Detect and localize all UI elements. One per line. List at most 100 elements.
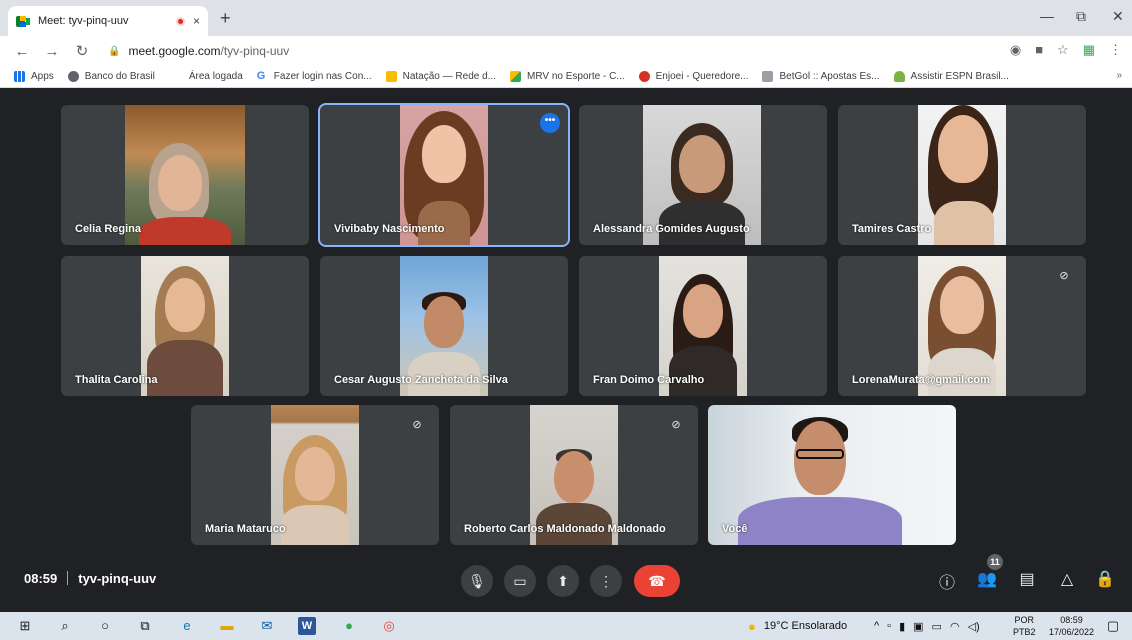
participant-tile[interactable]: Fran Doimo Carvalho — [579, 256, 827, 396]
tab-title: Meet: tyv-pinq-uuv — [38, 15, 129, 27]
wifi-icon[interactable]: ◠ — [950, 620, 960, 633]
betgol-icon — [762, 71, 774, 82]
clock-date: 17/06/2022 — [1048, 627, 1094, 637]
keyboard-layout: PTB2 — [1013, 627, 1036, 637]
bookmark-banco-do-brasil[interactable]: Banco do Brasil — [67, 71, 155, 82]
edge-icon[interactable]: e — [178, 617, 196, 635]
weather-widget[interactable]: ● 19°C Ensolarado — [748, 612, 847, 640]
bookmark-betgol[interactable]: BetGol :: Apostas Es... — [762, 71, 880, 82]
tray-app-icon[interactable]: ▣ — [913, 620, 923, 633]
extension-icon[interactable]: ▦ — [1083, 42, 1095, 58]
bookmark-enjoei[interactable]: Enjoei - Queredore... — [638, 71, 749, 82]
present-screen-button[interactable]: ⬆ — [547, 565, 579, 597]
microphone-button[interactable]: 🎙 — [461, 565, 493, 597]
chrome-icon[interactable]: ◎ — [380, 617, 398, 635]
activities-icon[interactable]: △ — [1056, 569, 1078, 589]
volume-icon[interactable]: ◁) — [968, 620, 980, 633]
reload-icon[interactable]: ↻ — [74, 42, 90, 60]
recording-indicator-icon — [175, 16, 185, 26]
participant-count-badge: 11 — [987, 554, 1003, 570]
windows-start-icon[interactable]: ⊞ — [16, 617, 34, 635]
mic-off-icon: ⊘ — [407, 415, 427, 435]
bookmark-fazer-login[interactable]: G Fazer login nas Con... — [257, 71, 372, 83]
new-tab-button[interactable]: + — [220, 8, 231, 29]
meeting-time: 08:59 — [24, 571, 58, 586]
participant-tile[interactable]: ⊘ LorenaMurata@gmail.com — [838, 256, 1086, 396]
bookmark-label: Apps — [31, 71, 54, 82]
close-window-button[interactable]: ✕ — [1112, 8, 1124, 25]
chat-icon[interactable]: ▤ — [1016, 569, 1038, 589]
bookmark-espn[interactable]: Assistir ESPN Brasil... — [893, 71, 1009, 82]
minimize-button[interactable]: — — [1040, 8, 1054, 24]
cortana-icon[interactable]: ○ — [96, 617, 114, 635]
clock-time: 08:59 — [1060, 615, 1083, 625]
bookmarks-overflow-icon[interactable]: » — [1116, 70, 1122, 81]
bookmark-star-icon[interactable]: ☆ — [1057, 42, 1069, 58]
meeting-info: 08:59 tyv-pinq-uuv — [24, 571, 156, 586]
camera-permission-icon[interactable]: ◉ — [1010, 42, 1021, 58]
bookmark-label: Enjoei - Queredore... — [655, 71, 749, 82]
chevron-up-icon[interactable]: ^ — [874, 620, 879, 632]
more-options-menu-button[interactable]: ⋮ — [590, 565, 622, 597]
participant-tile-active[interactable]: ••• Vivibaby Nascimento — [318, 103, 570, 247]
language-indicator[interactable]: POR PTB2 — [1013, 614, 1036, 638]
participant-tile[interactable]: ⊘ Roberto Carlos Maldonado Maldonado — [450, 405, 698, 545]
participant-tile[interactable]: Alessandra Gomides Augusto — [579, 105, 827, 245]
meeting-details-icon[interactable]: ⓘ — [936, 569, 958, 593]
system-tray[interactable]: ^ ▫ ▮ ▣ ▭ ◠ ◁) — [874, 612, 980, 640]
participant-tile[interactable]: Celia Regina — [61, 105, 309, 245]
sun-icon: ● — [748, 618, 756, 634]
video-permission-icon[interactable]: ■ — [1035, 42, 1043, 58]
participant-name: LorenaMurata@gmail.com — [852, 374, 990, 386]
mic-off-icon: ⊘ — [666, 415, 686, 435]
address-bar: ← → ↻ 🔒 meet.google.com/tyv-pinq-uuv ◉ ■… — [0, 36, 1132, 66]
mail-icon[interactable]: ✉ — [258, 617, 276, 635]
search-icon[interactable]: ⌕ — [56, 617, 74, 635]
windows-taskbar: ⊞ ⌕ ○ ⧉ e ▬ ✉ W ● ◎ ● 19°C Ensolarado ^ … — [0, 612, 1132, 640]
system-clock[interactable]: 08:59 17/06/2022 — [1049, 614, 1094, 638]
participant-name: Celia Regina — [75, 223, 142, 235]
participant-name: Thalita Carolina — [75, 374, 158, 386]
battery-icon[interactable]: ▭ — [932, 620, 942, 633]
menu-kebab-icon[interactable]: ⋮ — [1109, 42, 1122, 58]
participant-name: Vivibaby Nascimento — [334, 223, 445, 235]
participant-tile[interactable]: Cesar Augusto Zancheta da Silva — [320, 256, 568, 396]
back-icon[interactable]: ← — [14, 43, 30, 60]
more-options-button[interactable]: ••• — [540, 113, 560, 133]
bookmark-label: Área logada — [188, 71, 243, 82]
people-icon[interactable]: 👥 — [976, 569, 998, 589]
bookmarks-bar: Apps Banco do Brasil Área logada G Fazer… — [0, 66, 1132, 88]
restore-button[interactable]: ⧉ — [1076, 8, 1086, 25]
file-explorer-icon[interactable]: ▬ — [218, 617, 236, 635]
participant-tile-self[interactable]: Você — [708, 405, 956, 545]
bookmark-label: BetGol :: Apostas Es... — [779, 71, 880, 82]
weather-text: 19°C Ensolarado — [763, 620, 848, 632]
participant-name: Cesar Augusto Zancheta da Silva — [334, 374, 508, 386]
bookmark-mrv[interactable]: MRV no Esporte - C... — [510, 71, 625, 82]
bookmark-area-logada[interactable]: Área logada — [189, 71, 243, 82]
tray-app-icon[interactable]: ▫ — [887, 620, 891, 632]
browser-tab[interactable]: Meet: tyv-pinq-uuv × — [8, 6, 208, 36]
camera-button[interactable]: ▭ — [504, 565, 536, 597]
mic-off-icon: ⊘ — [1054, 266, 1074, 286]
lock-icon: 🔒 — [108, 45, 121, 57]
notifications-icon[interactable]: ▢ — [1104, 617, 1122, 635]
participant-name: Fran Doimo Carvalho — [593, 374, 705, 386]
bookmark-apps[interactable]: Apps — [14, 71, 54, 82]
leave-call-button[interactable]: ☎ — [634, 565, 680, 597]
bookmark-natacao[interactable]: Natação — Rede d... — [385, 71, 496, 82]
url-field[interactable]: 🔒 meet.google.com/tyv-pinq-uuv — [108, 44, 289, 58]
bookmark-label: Assistir ESPN Brasil... — [910, 71, 1009, 82]
tab-close-icon[interactable]: × — [193, 14, 200, 28]
participant-tile[interactable]: ⊘ Maria Mataruco — [191, 405, 439, 545]
globe-icon — [67, 71, 79, 82]
participant-tile[interactable]: Thalita Carolina — [61, 256, 309, 396]
mic-tray-icon[interactable]: ▮ — [899, 620, 905, 633]
whatsapp-icon[interactable]: ● — [340, 617, 358, 635]
task-view-icon[interactable]: ⧉ — [136, 617, 154, 635]
forward-icon[interactable]: → — [44, 43, 60, 60]
word-icon[interactable]: W — [298, 617, 316, 635]
participant-tile[interactable]: Tamires Castro — [838, 105, 1086, 245]
host-controls-icon[interactable]: 🔒 — [1094, 569, 1116, 589]
participant-name: Alessandra Gomides Augusto — [593, 223, 750, 235]
